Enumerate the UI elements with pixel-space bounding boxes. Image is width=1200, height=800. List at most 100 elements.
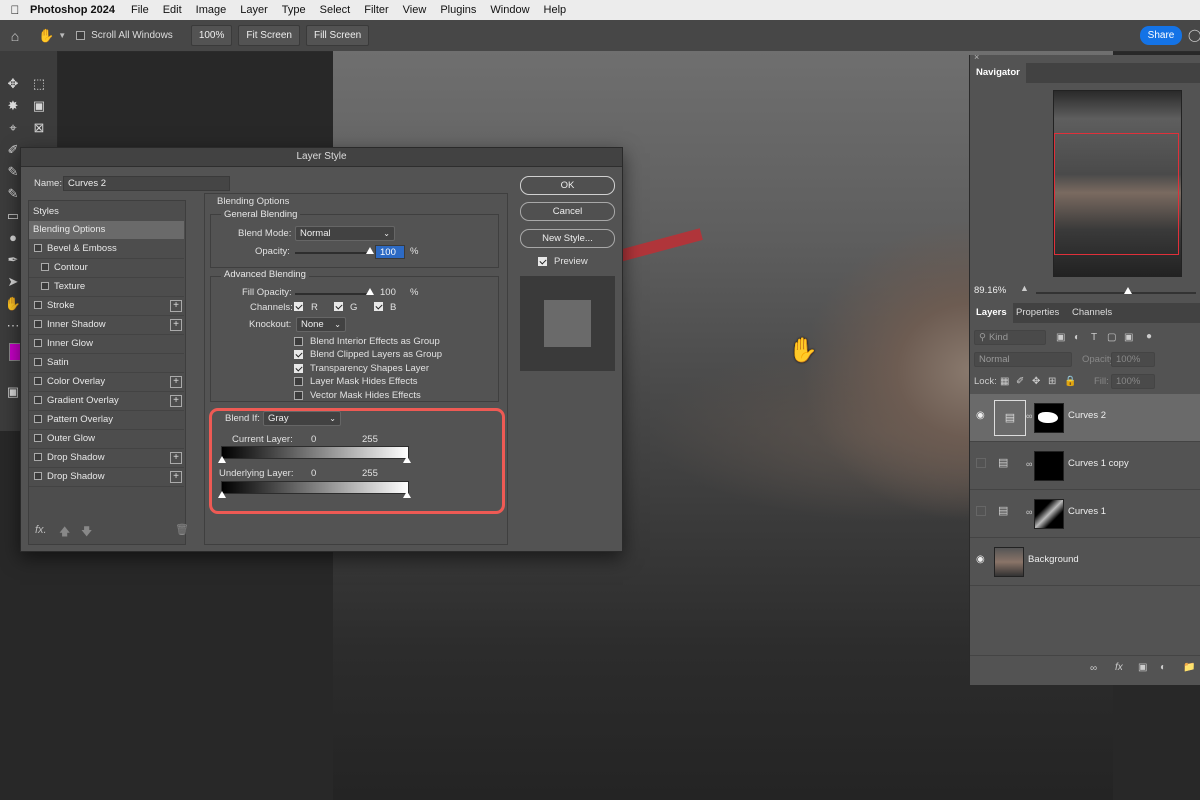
layer-name[interactable]: Background [1028,554,1079,565]
add-color-overlay-plus-icon[interactable]: + [170,376,182,388]
style-item-satin[interactable]: Satin [29,354,184,372]
channel-b-checkbox[interactable] [374,302,383,311]
visibility-empty-icon[interactable] [976,506,986,516]
link-chain-icon[interactable]: ∞ [1026,459,1032,469]
navigator-zoom-slider[interactable] [1036,292,1196,294]
visibility-eye-icon[interactable]: ◉ [976,554,985,565]
add-stroke-plus-icon[interactable]: + [170,300,182,312]
ok-button[interactable]: OK [520,176,615,195]
style-item-inner-glow[interactable]: Inner Glow [29,335,184,353]
style-item-drop-shadow-2[interactable]: Drop Shadow + [29,468,184,486]
object-select-tool-icon[interactable]: ▣ [30,97,48,115]
style-item-stroke[interactable]: Stroke + [29,297,184,315]
add-drop-shadow-plus-icon[interactable]: + [170,452,182,464]
visibility-empty-icon[interactable] [976,458,986,468]
style-checkbox[interactable] [41,263,49,272]
opacity-input[interactable]: 100 [375,245,405,259]
lock-artboard-icon[interactable]: ⊞ [1048,376,1056,387]
menu-edit[interactable]: Edit [163,4,182,16]
layer-mask-thumbnail[interactable] [1034,499,1064,529]
filter-shape-icon[interactable]: ▢ [1107,332,1116,343]
fx-icon[interactable]: fx [1115,662,1123,673]
style-item-contour[interactable]: Contour [29,259,184,277]
layer-mask-hides-checkbox[interactable] [294,377,303,386]
style-checkbox[interactable] [34,415,42,424]
filter-pixel-icon[interactable]: ▣ [1056,332,1065,343]
navigator-zoom-handle[interactable] [1124,287,1132,294]
layer-name[interactable]: Curves 1 copy [1068,458,1129,469]
menu-filter[interactable]: Filter [364,4,388,16]
style-checkbox[interactable] [41,282,49,291]
channel-r-checkbox[interactable] [294,302,303,311]
layer-row-curves-1[interactable]: ▤ ∞ Curves 1 [970,490,1200,538]
menu-type[interactable]: Type [282,4,306,16]
style-item-outer-glow[interactable]: Outer Glow [29,430,184,448]
fill-screen-button[interactable]: Fill Screen [305,25,370,46]
search-icon[interactable]: ◯ [1188,28,1200,42]
style-checkbox[interactable] [34,301,42,310]
quick-select-tool-icon[interactable]: ✸ [4,97,22,115]
style-checkbox[interactable] [34,472,42,481]
hand-tool-icon[interactable]: ✋ [38,28,54,44]
blend-interior-effects-checkbox[interactable] [294,337,303,346]
background-thumbnail[interactable] [994,547,1024,577]
filter-smart-object-icon[interactable]: ▣ [1124,332,1133,343]
layer-mask-thumbnail[interactable] [1034,403,1064,433]
style-item-blending-options[interactable]: Blending Options [29,221,184,239]
layer-mask-thumbnail[interactable] [1034,451,1064,481]
style-item-gradient-overlay[interactable]: Gradient Overlay + [29,392,184,410]
style-name-field[interactable]: Curves 2 [63,176,230,191]
opacity-slider-handle[interactable] [366,247,374,254]
transparency-shapes-checkbox[interactable] [294,364,303,373]
tab-properties[interactable]: Properties [1010,303,1065,323]
style-checkbox[interactable] [34,320,42,329]
style-checkbox[interactable] [34,377,42,386]
link-chain-icon[interactable]: ∞ [1026,507,1032,517]
move-up-arrow-icon[interactable]: 🡅 [59,523,70,542]
cancel-button[interactable]: Cancel [520,202,615,221]
layers-fill-field[interactable]: 100% [1111,374,1155,389]
frame-tool-icon[interactable]: ⊠ [30,119,48,137]
add-drop-shadow-plus-icon[interactable]: + [170,471,182,483]
link-chain-icon[interactable]: ∞ [1026,411,1032,421]
app-name-menu[interactable]: Photoshop 2024 [30,4,115,16]
menu-plugins[interactable]: Plugins [440,4,476,16]
fill-opacity-slider-handle[interactable] [366,288,374,295]
style-item-inner-shadow[interactable]: Inner Shadow + [29,316,184,334]
trash-icon[interactable]: 🗑 [175,523,189,536]
marquee-tool-icon[interactable]: ⬚ [30,75,48,93]
zoom-out-mountain-icon[interactable]: ▲ [1020,283,1029,293]
style-item-bevel-emboss[interactable]: Bevel & Emboss [29,240,184,258]
move-down-arrow-icon[interactable]: 🡇 [81,523,92,542]
navigator-view-rect[interactable] [1054,133,1179,255]
layer-name[interactable]: Curves 1 [1068,506,1106,517]
layers-opacity-field[interactable]: 100% [1111,352,1155,367]
kind-filter-dropdown[interactable]: ⚲ Kind [974,330,1046,345]
new-adjustment-icon[interactable]: ◐ [1160,662,1166,673]
style-item-texture[interactable]: Texture [29,278,184,296]
menu-help[interactable]: Help [544,4,567,16]
move-tool-icon[interactable]: ✥ [4,75,22,93]
tab-layers[interactable]: Layers [970,303,1013,323]
fit-screen-button[interactable]: Fit Screen [238,25,300,46]
visibility-eye-icon[interactable]: ◉ [976,410,985,421]
fill-opacity-input[interactable]: 100 [380,287,396,298]
chevron-down-icon[interactable]: ▼ [58,31,66,40]
preview-checkbox[interactable] [538,257,547,266]
menu-view[interactable]: View [403,4,427,16]
menu-select[interactable]: Select [320,4,351,16]
new-style-button[interactable]: New Style... [520,229,615,248]
navigator-zoom-value[interactable]: 89.16% [974,285,1006,296]
lock-pixels-icon[interactable]: ✐ [1016,376,1024,387]
blend-mode-layers-dropdown[interactable]: Normal [974,352,1072,367]
fill-opacity-slider[interactable] [295,293,373,295]
style-checkbox[interactable] [34,434,42,443]
blend-mode-dropdown[interactable]: Normal ⌄ [295,226,395,241]
style-checkbox[interactable] [34,244,42,253]
home-icon[interactable]: ⌂ [0,28,30,44]
lock-all-icon[interactable]: 🔒 [1064,376,1076,387]
new-group-folder-icon[interactable]: 📁 [1183,662,1195,673]
scroll-all-windows-checkbox[interactable] [76,31,86,40]
layer-row-curves-1-copy[interactable]: ▤ ∞ Curves 1 copy [970,442,1200,490]
channel-g-checkbox[interactable] [334,302,343,311]
